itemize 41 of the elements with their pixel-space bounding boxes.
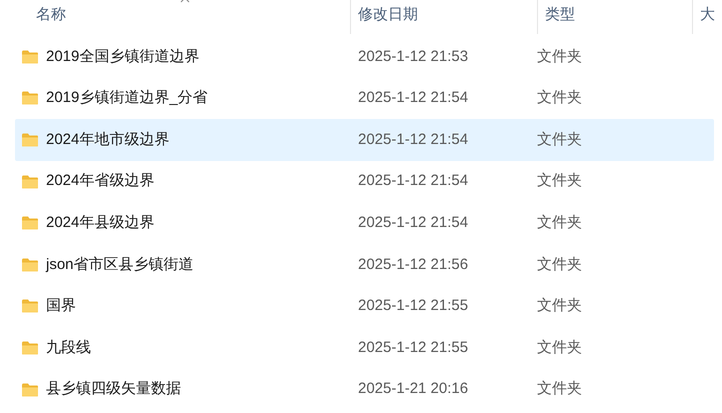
modified-date: 2025-1-12 21:55 — [357, 338, 470, 358]
modified-date: 2025-1-12 21:54 — [357, 88, 470, 108]
modified-date: 2025-1-12 21:53 — [357, 46, 470, 67]
folder-icon — [21, 174, 39, 190]
file-name[interactable]: 九段线 — [46, 336, 91, 360]
column-header[interactable]: 大 — [700, 6, 715, 23]
file-name[interactable]: 国界 — [46, 295, 76, 318]
file-type: 文件夹 — [537, 379, 583, 400]
file-type: 文件夹 — [537, 296, 583, 316]
file-name[interactable]: json省市区县乡镇街道 — [46, 254, 194, 276]
folder-icon — [21, 340, 39, 356]
file-name[interactable]: 2019乡镇街道边界_分省 — [46, 87, 208, 110]
file-type: 文件夹 — [537, 130, 583, 150]
file-name[interactable]: 2024年县级边界 — [46, 212, 154, 234]
column-header[interactable]: 名称 — [36, 6, 66, 23]
modified-date: 2025-1-12 21:54 — [357, 130, 470, 150]
column-header[interactable]: 类型 — [545, 6, 575, 23]
column-header[interactable]: 修改日期 — [358, 6, 418, 23]
folder-icon — [21, 48, 39, 65]
file-type: 文件夹 — [537, 171, 583, 192]
file-name[interactable]: 2019全国乡镇街道边界 — [46, 46, 200, 68]
folder-icon — [21, 90, 39, 106]
modified-date: 2025-1-12 21:56 — [357, 254, 470, 275]
modified-date: 2025-1-12 21:54 — [357, 212, 470, 233]
file-type: 文件夹 — [537, 212, 583, 233]
folder-icon — [21, 382, 39, 398]
folder-icon — [21, 215, 39, 232]
file-name[interactable]: 2024年地市级边界 — [46, 128, 170, 152]
file-type: 文件夹 — [537, 254, 583, 275]
file-type: 文件夹 — [537, 46, 583, 67]
folder-icon — [21, 298, 39, 314]
file-type: 文件夹 — [537, 88, 583, 108]
file-name[interactable]: 县乡镇四级矢量数据 — [46, 378, 181, 401]
modified-date: 2025-1-21 20:16 — [357, 379, 470, 400]
modified-date: 2025-1-12 21:54 — [357, 171, 470, 192]
modified-date: 2025-1-12 21:55 — [357, 296, 470, 316]
file-name[interactable]: 2024年省级边界 — [46, 170, 154, 193]
folder-icon — [21, 132, 39, 148]
file-type: 文件夹 — [537, 338, 583, 358]
folder-icon — [21, 256, 39, 273]
selected-row[interactable]: 2024年地市级边界 2025-1-12 21:54 文件夹 — [15, 119, 714, 161]
